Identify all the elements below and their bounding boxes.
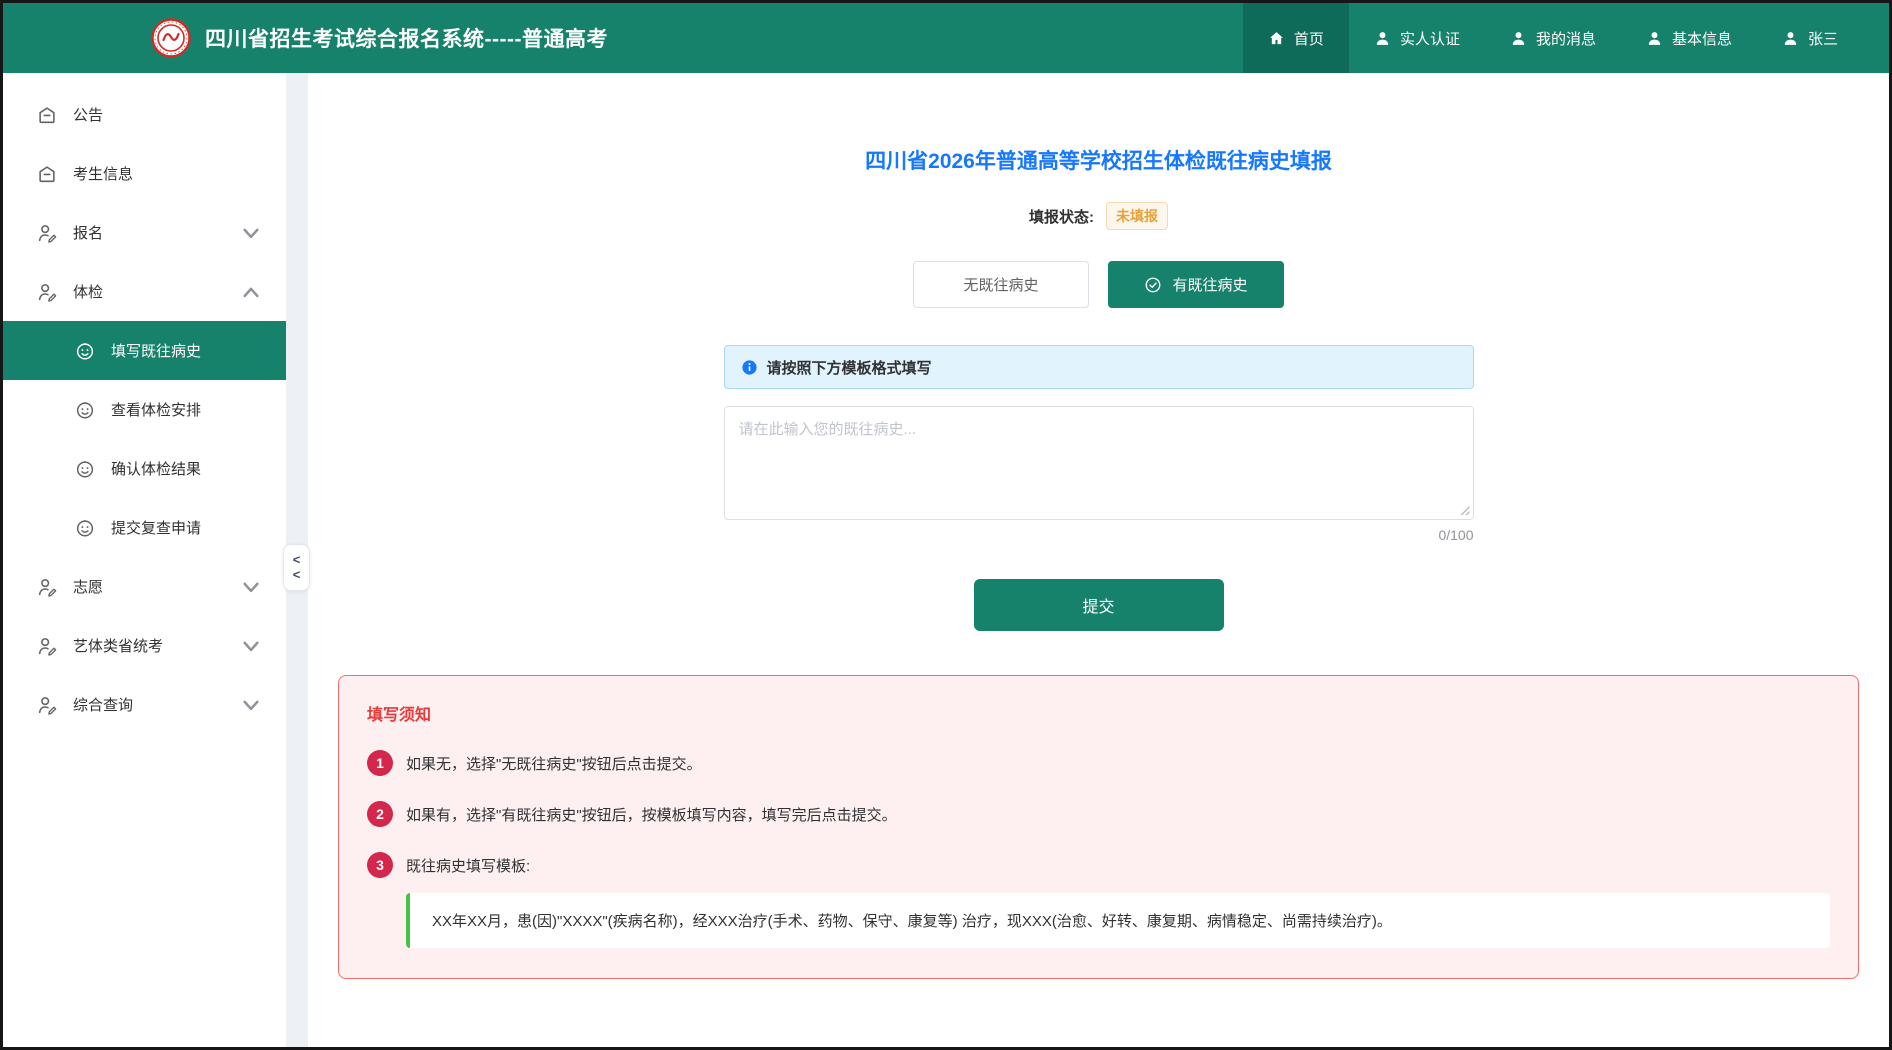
- notice-title: 填写须知: [367, 701, 1830, 725]
- template-hint-text: 请按照下方模板格式填写: [767, 357, 932, 378]
- top-nav: 首页 实人认证 我的消息 基本信息 张三: [1243, 3, 1863, 73]
- number-badge: 1: [367, 750, 393, 776]
- page-title: 四川省2026年普通高等学校招生体检既往病史填报: [865, 145, 1332, 175]
- history-textarea[interactable]: [724, 406, 1474, 520]
- sidebar: 公告 考生信息 报名 体检 填写既往病史 查看体检安: [3, 73, 286, 1047]
- sidebar-collapse-handle[interactable]: < <: [283, 544, 310, 591]
- submit-button[interactable]: 提交: [974, 579, 1224, 631]
- user-edit-icon: [36, 635, 58, 657]
- sidebar-item-label: 报名: [73, 222, 240, 243]
- user-edit-icon: [36, 281, 58, 303]
- app-window: 四川省招生考试综合报名系统-----普通高考 首页 实人认证 我的消息 基本信息…: [0, 0, 1892, 1050]
- user-icon: [1646, 30, 1663, 47]
- notice-panel: 填写须知 1 如果无，选择"无既往病史"按钮后点击提交。 2 如果有，选择"有既…: [338, 675, 1859, 979]
- user-edit-icon: [36, 576, 58, 598]
- home-icon: [1268, 30, 1285, 47]
- nav-item-my-messages[interactable]: 我的消息: [1485, 3, 1621, 73]
- sidebar-subitem-confirm-exam-results[interactable]: 确认体检结果: [3, 439, 286, 498]
- sidebar-subitem-label: 提交复查申请: [111, 517, 201, 538]
- history-choice-row: 无既往病史 有既往病史: [913, 261, 1284, 308]
- user-icon: [1510, 30, 1527, 47]
- check-circle-icon: [1144, 276, 1162, 294]
- char-counter: 0/100: [1438, 527, 1473, 543]
- user-icon: [1782, 30, 1799, 47]
- sidebar-subitem-label: 填写既往病史: [111, 340, 201, 361]
- nav-item-label: 我的消息: [1536, 28, 1596, 49]
- notice-item-text: 既往病史填写模板:: [406, 855, 530, 876]
- sidebar-item-label: 公告: [73, 104, 262, 125]
- sidebar-item-physical-exam[interactable]: 体检: [3, 262, 286, 321]
- sidebar-subitem-view-exam-schedule[interactable]: 查看体检安排: [3, 380, 286, 439]
- sidebar-gutter: < <: [286, 73, 308, 1047]
- status-row: 填报状态: 未填报: [1029, 202, 1168, 230]
- sidebar-subitem-submit-recheck-request[interactable]: 提交复查申请: [3, 498, 286, 557]
- nav-item-label: 实人认证: [1400, 28, 1460, 49]
- history-template-box: XX年XX月，患(因)"XXXX"(疾病名称)，经XXX治疗(手术、药物、保守、…: [406, 893, 1830, 948]
- chevron-left-icon: <: [293, 553, 301, 567]
- sidebar-item-label: 综合查询: [73, 694, 240, 715]
- sidebar-item-comprehensive-query[interactable]: 综合查询: [3, 675, 286, 734]
- face-icon: [74, 340, 96, 362]
- sidebar-item-preferences[interactable]: 志愿: [3, 557, 286, 616]
- notice-item-text: 如果无，选择"无既往病史"按钮后点击提交。: [406, 753, 702, 774]
- sidebar-subitem-fill-medical-history[interactable]: 填写既往病史: [3, 321, 286, 380]
- nav-item-label: 基本信息: [1672, 28, 1732, 49]
- face-icon: [74, 399, 96, 421]
- notice-item-2: 2 如果有，选择"有既往病史"按钮后，按模板填写内容，填写完后点击提交。: [367, 801, 1830, 827]
- notice-item-1: 1 如果无，选择"无既往病史"按钮后点击提交。: [367, 750, 1830, 776]
- user-icon: [1374, 30, 1391, 47]
- red-seal-logo-icon: [151, 18, 191, 58]
- notice-item-3: 3 既往病史填写模板:: [367, 852, 1830, 878]
- chevron-down-icon: [240, 694, 262, 716]
- chevron-down-icon: [240, 635, 262, 657]
- nav-item-home[interactable]: 首页: [1243, 3, 1349, 73]
- nav-item-basic-info[interactable]: 基本信息: [1621, 3, 1757, 73]
- main-content: 四川省2026年普通高等学校招生体检既往病史填报 填报状态: 未填报 无既往病史…: [308, 73, 1889, 1047]
- chevron-down-icon: [240, 222, 262, 244]
- template-hint-alert: 请按照下方模板格式填写: [724, 345, 1474, 389]
- header-bar: 四川省招生考试综合报名系统-----普通高考 首页 实人认证 我的消息 基本信息…: [3, 3, 1889, 73]
- history-textarea-wrap: [724, 406, 1474, 520]
- sidebar-item-label: 志愿: [73, 576, 240, 597]
- user-edit-icon: [36, 694, 58, 716]
- sidebar-subitem-label: 确认体检结果: [111, 458, 201, 479]
- sidebar-item-label: 考生信息: [73, 163, 262, 184]
- face-icon: [74, 458, 96, 480]
- chevron-down-icon: [240, 576, 262, 598]
- sidebar-item-candidate-info[interactable]: 考生信息: [3, 144, 286, 203]
- nav-item-label: 首页: [1294, 28, 1324, 49]
- nav-item-username[interactable]: 张三: [1757, 3, 1863, 73]
- info-icon: [741, 359, 758, 376]
- board-icon: [36, 163, 58, 185]
- number-badge: 2: [367, 801, 393, 827]
- notice-item-text: 如果有，选择"有既往病史"按钮后，按模板填写内容，填写完后点击提交。: [406, 804, 897, 825]
- has-history-button[interactable]: 有既往病史: [1108, 261, 1284, 308]
- sidebar-item-announcements[interactable]: 公告: [3, 85, 286, 144]
- app-title: 四川省招生考试综合报名系统-----普通高考: [205, 23, 608, 53]
- chevron-left-icon: <: [293, 568, 301, 582]
- face-icon: [74, 517, 96, 539]
- sidebar-subitem-label: 查看体检安排: [111, 399, 201, 420]
- sidebar-item-registration[interactable]: 报名: [3, 203, 286, 262]
- sidebar-item-label: 艺体类省统考: [73, 635, 240, 656]
- history-form: 请按照下方模板格式填写 0/100: [724, 308, 1474, 543]
- chevron-up-icon: [240, 281, 262, 303]
- status-label: 填报状态:: [1029, 206, 1094, 227]
- body-row: 公告 考生信息 报名 体检 填写既往病史 查看体检安: [3, 73, 1889, 1047]
- nav-item-real-person-auth[interactable]: 实人认证: [1349, 3, 1485, 73]
- board-icon: [36, 104, 58, 126]
- has-history-label: 有既往病史: [1172, 274, 1247, 295]
- sidebar-item-label: 体检: [73, 281, 240, 302]
- user-edit-icon: [36, 222, 58, 244]
- no-history-button[interactable]: 无既往病史: [913, 261, 1089, 308]
- logo-area: 四川省招生考试综合报名系统-----普通高考: [151, 18, 608, 58]
- status-badge: 未填报: [1106, 202, 1168, 230]
- sidebar-item-art-sports-exam[interactable]: 艺体类省统考: [3, 616, 286, 675]
- nav-item-label: 张三: [1808, 28, 1838, 49]
- number-badge: 3: [367, 852, 393, 878]
